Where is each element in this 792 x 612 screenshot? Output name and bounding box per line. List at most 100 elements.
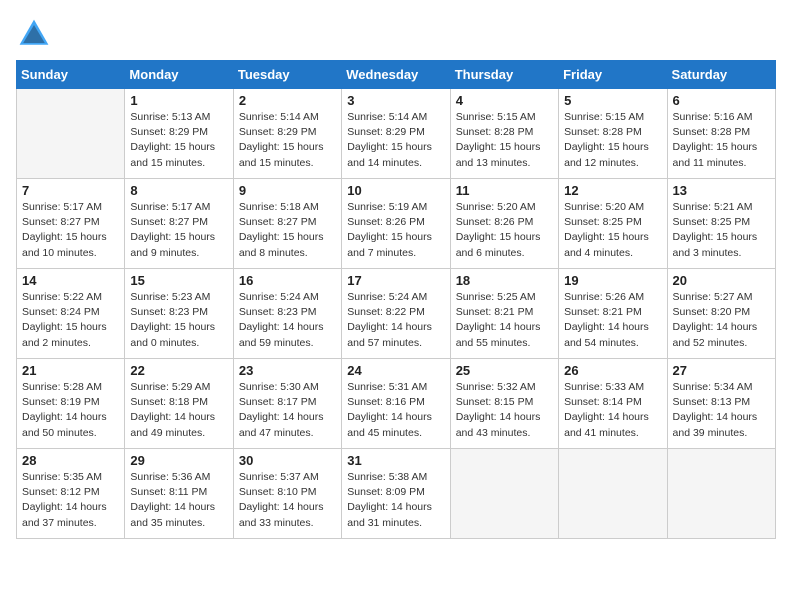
- logo: [16, 16, 56, 52]
- day-info: Sunrise: 5:29 AM Sunset: 8:18 PM Dayligh…: [130, 380, 227, 441]
- day-header-sunday: Sunday: [17, 61, 125, 89]
- day-info: Sunrise: 5:25 AM Sunset: 8:21 PM Dayligh…: [456, 290, 553, 351]
- day-number: 9: [239, 183, 336, 198]
- day-info: Sunrise: 5:15 AM Sunset: 8:28 PM Dayligh…: [564, 110, 661, 171]
- day-number: 31: [347, 453, 444, 468]
- day-info: Sunrise: 5:33 AM Sunset: 8:14 PM Dayligh…: [564, 380, 661, 441]
- calendar-cell: 8 Sunrise: 5:17 AM Sunset: 8:27 PM Daylig…: [125, 179, 233, 269]
- day-info: Sunrise: 5:20 AM Sunset: 8:25 PM Dayligh…: [564, 200, 661, 261]
- day-number: 13: [673, 183, 770, 198]
- day-number: 27: [673, 363, 770, 378]
- calendar-cell: 5 Sunrise: 5:15 AM Sunset: 8:28 PM Daylig…: [559, 89, 667, 179]
- calendar-cell: 7 Sunrise: 5:17 AM Sunset: 8:27 PM Daylig…: [17, 179, 125, 269]
- calendar-cell: 31 Sunrise: 5:38 AM Sunset: 8:09 PM Dayli…: [342, 449, 450, 539]
- day-info: Sunrise: 5:37 AM Sunset: 8:10 PM Dayligh…: [239, 470, 336, 531]
- day-info: Sunrise: 5:19 AM Sunset: 8:26 PM Dayligh…: [347, 200, 444, 261]
- day-info: Sunrise: 5:34 AM Sunset: 8:13 PM Dayligh…: [673, 380, 770, 441]
- calendar-header-row: SundayMondayTuesdayWednesdayThursdayFrid…: [17, 61, 776, 89]
- day-number: 30: [239, 453, 336, 468]
- day-header-friday: Friday: [559, 61, 667, 89]
- calendar-cell: 12 Sunrise: 5:20 AM Sunset: 8:25 PM Dayli…: [559, 179, 667, 269]
- day-info: Sunrise: 5:35 AM Sunset: 8:12 PM Dayligh…: [22, 470, 119, 531]
- day-info: Sunrise: 5:20 AM Sunset: 8:26 PM Dayligh…: [456, 200, 553, 261]
- day-number: 8: [130, 183, 227, 198]
- day-number: 24: [347, 363, 444, 378]
- day-number: 14: [22, 273, 119, 288]
- day-number: 25: [456, 363, 553, 378]
- week-row-4: 21 Sunrise: 5:28 AM Sunset: 8:19 PM Dayli…: [17, 359, 776, 449]
- day-info: Sunrise: 5:27 AM Sunset: 8:20 PM Dayligh…: [673, 290, 770, 351]
- calendar-cell: 17Sunrise: 5:24 AM Sunset: 8:22 PM Dayli…: [342, 269, 450, 359]
- day-number: 22: [130, 363, 227, 378]
- day-info: Sunrise: 5:31 AM Sunset: 8:16 PM Dayligh…: [347, 380, 444, 441]
- calendar-cell: 23 Sunrise: 5:30 AM Sunset: 8:17 PM Dayli…: [233, 359, 341, 449]
- calendar-cell: 16 Sunrise: 5:24 AM Sunset: 8:23 PM Dayli…: [233, 269, 341, 359]
- day-number: 4: [456, 93, 553, 108]
- day-info: Sunrise: 5:24 AM Sunset: 8:23 PM Dayligh…: [239, 290, 336, 351]
- day-header-wednesday: Wednesday: [342, 61, 450, 89]
- day-number: 11: [456, 183, 553, 198]
- day-info: Sunrise: 5:28 AM Sunset: 8:19 PM Dayligh…: [22, 380, 119, 441]
- day-info: Sunrise: 5:17 AM Sunset: 8:27 PM Dayligh…: [130, 200, 227, 261]
- day-number: 20: [673, 273, 770, 288]
- calendar-cell: 20 Sunrise: 5:27 AM Sunset: 8:20 PM Dayli…: [667, 269, 775, 359]
- day-info: Sunrise: 5:15 AM Sunset: 8:28 PM Dayligh…: [456, 110, 553, 171]
- calendar-cell: [559, 449, 667, 539]
- calendar-cell: 15Sunrise: 5:23 AM Sunset: 8:23 PM Dayli…: [125, 269, 233, 359]
- day-info: Sunrise: 5:14 AM Sunset: 8:29 PM Dayligh…: [347, 110, 444, 171]
- calendar-cell: 14 Sunrise: 5:22 AM Sunset: 8:24 PM Dayli…: [17, 269, 125, 359]
- week-row-2: 7 Sunrise: 5:17 AM Sunset: 8:27 PM Daylig…: [17, 179, 776, 269]
- calendar-cell: 3Sunrise: 5:14 AM Sunset: 8:29 PM Daylig…: [342, 89, 450, 179]
- calendar-cell: 4 Sunrise: 5:15 AM Sunset: 8:28 PM Daylig…: [450, 89, 558, 179]
- calendar-cell: 21 Sunrise: 5:28 AM Sunset: 8:19 PM Dayli…: [17, 359, 125, 449]
- day-info: Sunrise: 5:38 AM Sunset: 8:09 PM Dayligh…: [347, 470, 444, 531]
- calendar-cell: 25 Sunrise: 5:32 AM Sunset: 8:15 PM Dayli…: [450, 359, 558, 449]
- day-info: Sunrise: 5:32 AM Sunset: 8:15 PM Dayligh…: [456, 380, 553, 441]
- day-number: 5: [564, 93, 661, 108]
- week-row-5: 28 Sunrise: 5:35 AM Sunset: 8:12 PM Dayli…: [17, 449, 776, 539]
- day-info: Sunrise: 5:22 AM Sunset: 8:24 PM Dayligh…: [22, 290, 119, 351]
- calendar-cell: 27 Sunrise: 5:34 AM Sunset: 8:13 PM Dayli…: [667, 359, 775, 449]
- calendar-cell: 6 Sunrise: 5:16 AM Sunset: 8:28 PM Daylig…: [667, 89, 775, 179]
- day-header-thursday: Thursday: [450, 61, 558, 89]
- day-info: Sunrise: 5:17 AM Sunset: 8:27 PM Dayligh…: [22, 200, 119, 261]
- day-number: 28: [22, 453, 119, 468]
- calendar-cell: 10 Sunrise: 5:19 AM Sunset: 8:26 PM Dayli…: [342, 179, 450, 269]
- calendar-cell: 18 Sunrise: 5:25 AM Sunset: 8:21 PM Dayli…: [450, 269, 558, 359]
- day-info: Sunrise: 5:36 AM Sunset: 8:11 PM Dayligh…: [130, 470, 227, 531]
- calendar-cell: 11 Sunrise: 5:20 AM Sunset: 8:26 PM Dayli…: [450, 179, 558, 269]
- calendar-cell: 30 Sunrise: 5:37 AM Sunset: 8:10 PM Dayli…: [233, 449, 341, 539]
- day-header-monday: Monday: [125, 61, 233, 89]
- calendar-cell: 29Sunrise: 5:36 AM Sunset: 8:11 PM Dayli…: [125, 449, 233, 539]
- logo-icon: [16, 16, 52, 52]
- week-row-1: 1Sunrise: 5:13 AM Sunset: 8:29 PM Daylig…: [17, 89, 776, 179]
- day-number: 6: [673, 93, 770, 108]
- calendar-cell: [667, 449, 775, 539]
- calendar-cell: 9 Sunrise: 5:18 AM Sunset: 8:27 PM Daylig…: [233, 179, 341, 269]
- calendar-cell: [450, 449, 558, 539]
- day-info: Sunrise: 5:21 AM Sunset: 8:25 PM Dayligh…: [673, 200, 770, 261]
- calendar-cell: 22 Sunrise: 5:29 AM Sunset: 8:18 PM Dayli…: [125, 359, 233, 449]
- day-info: Sunrise: 5:30 AM Sunset: 8:17 PM Dayligh…: [239, 380, 336, 441]
- day-info: Sunrise: 5:14 AM Sunset: 8:29 PM Dayligh…: [239, 110, 336, 171]
- calendar-cell: 13 Sunrise: 5:21 AM Sunset: 8:25 PM Dayli…: [667, 179, 775, 269]
- day-info: Sunrise: 5:26 AM Sunset: 8:21 PM Dayligh…: [564, 290, 661, 351]
- day-number: 10: [347, 183, 444, 198]
- day-number: 7: [22, 183, 119, 198]
- page-header: [16, 16, 776, 52]
- day-info: Sunrise: 5:23 AM Sunset: 8:23 PM Dayligh…: [130, 290, 227, 351]
- day-number: 21: [22, 363, 119, 378]
- calendar-cell: [17, 89, 125, 179]
- day-number: 19: [564, 273, 661, 288]
- calendar-cell: 28 Sunrise: 5:35 AM Sunset: 8:12 PM Dayli…: [17, 449, 125, 539]
- day-number: 16: [239, 273, 336, 288]
- day-number: 2: [239, 93, 336, 108]
- day-info: Sunrise: 5:16 AM Sunset: 8:28 PM Dayligh…: [673, 110, 770, 171]
- calendar-cell: 19 Sunrise: 5:26 AM Sunset: 8:21 PM Dayli…: [559, 269, 667, 359]
- day-number: 23: [239, 363, 336, 378]
- day-info: Sunrise: 5:18 AM Sunset: 8:27 PM Dayligh…: [239, 200, 336, 261]
- calendar-cell: 24 Sunrise: 5:31 AM Sunset: 8:16 PM Dayli…: [342, 359, 450, 449]
- day-number: 12: [564, 183, 661, 198]
- day-number: 18: [456, 273, 553, 288]
- day-info: Sunrise: 5:24 AM Sunset: 8:22 PM Dayligh…: [347, 290, 444, 351]
